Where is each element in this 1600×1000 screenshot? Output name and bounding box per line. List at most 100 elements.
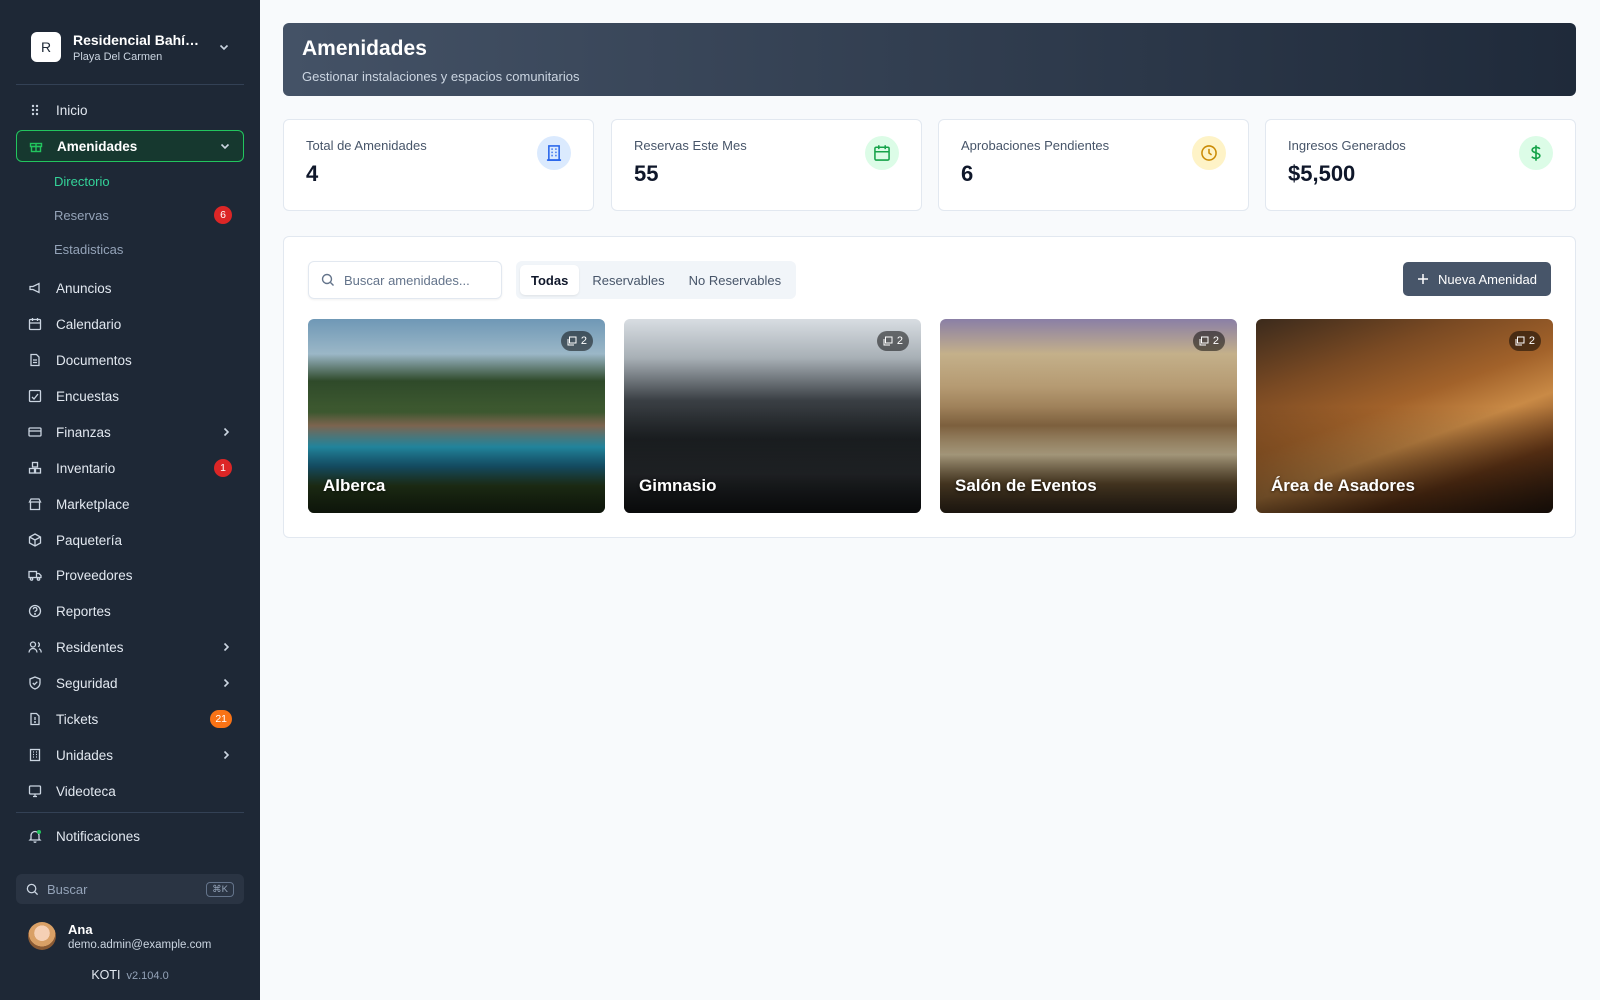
nav-label: Documentos xyxy=(56,352,132,368)
page-title: Amenidades xyxy=(302,37,427,60)
nav-label: Anuncios xyxy=(56,280,112,296)
dollar-icon xyxy=(1519,136,1553,170)
subnav-item-estadisticas[interactable]: Estadisticas xyxy=(54,235,244,263)
amenity-card-alberca[interactable]: 2 Alberca xyxy=(308,319,605,513)
nav-label: Inventario xyxy=(56,460,116,476)
page-header: Amenidades Gestionar instalaciones y esp… xyxy=(283,23,1576,96)
filter-tabs: Todas Reservables No Reservables xyxy=(516,261,797,299)
nav-label: Calendario xyxy=(56,316,122,332)
chevron-right-icon xyxy=(223,427,230,437)
nav-item-marketplace[interactable]: Marketplace xyxy=(16,488,244,520)
divider xyxy=(16,84,244,85)
tab-todas[interactable]: Todas xyxy=(520,265,580,295)
stat-card-reservas: Reservas Este Mes 55 xyxy=(611,119,922,211)
search-input[interactable] xyxy=(344,272,484,288)
amenities-panel: Todas Reservables No Reservables Nueva A… xyxy=(283,236,1576,538)
stat-label: Aprobaciones Pendientes xyxy=(961,138,1110,153)
chevron-down-icon xyxy=(220,143,230,150)
tab-no-reservables[interactable]: No Reservables xyxy=(678,265,793,295)
photo-count-badge: 2 xyxy=(876,331,909,351)
photo-count: 2 xyxy=(896,335,903,347)
subnav-label: Reservas xyxy=(54,207,109,223)
nav-item-seguridad[interactable]: Seguridad xyxy=(16,667,244,699)
shortcut-hint: ⌘K xyxy=(206,881,234,897)
stat-value: 6 xyxy=(961,161,974,186)
new-amenity-label: Nueva Amenidad xyxy=(1437,271,1537,287)
nav-item-paqueteria[interactable]: Paquetería xyxy=(16,524,244,556)
count-badge: 21 xyxy=(210,710,232,728)
org-switcher[interactable]: R Residencial Bahía ... Playa Del Carmen xyxy=(16,22,244,72)
nav-item-tickets[interactable]: Tickets 21 xyxy=(16,703,244,735)
subnav-item-reservas[interactable]: Reservas 6 xyxy=(54,201,244,229)
tab-reservables[interactable]: Reservables xyxy=(581,265,675,295)
nav-label: Marketplace xyxy=(56,496,130,512)
nav-item-residentes[interactable]: Residentes xyxy=(16,631,244,663)
count-badge: 1 xyxy=(214,459,232,477)
stat-card-aprobaciones: Aprobaciones Pendientes 6 xyxy=(938,119,1249,211)
megaphone-icon xyxy=(28,281,42,295)
stat-card-total: Total de Amenidades 4 xyxy=(283,119,594,211)
org-info: Residencial Bahía ... Playa Del Carmen xyxy=(73,32,206,63)
shield-icon xyxy=(28,676,42,690)
new-amenity-button[interactable]: Nueva Amenidad xyxy=(1402,262,1551,296)
nav-label: Tickets xyxy=(56,711,99,727)
nav-item-videoteca[interactable]: Videoteca xyxy=(16,775,244,807)
photo-count: 2 xyxy=(580,335,587,347)
sidebar-search[interactable]: Buscar ⌘K xyxy=(16,874,244,904)
nav-label: Paquetería xyxy=(56,532,123,548)
nav-item-calendario[interactable]: Calendario xyxy=(16,308,244,340)
photo-count-badge: 2 xyxy=(1192,331,1225,351)
grip-icon xyxy=(28,103,42,117)
nav-item-finanzas[interactable]: Finanzas xyxy=(16,416,244,448)
nav-label: Inicio xyxy=(56,102,88,118)
brand-name: KOTI xyxy=(91,968,121,982)
page-subtitle: Gestionar instalaciones y espacios comun… xyxy=(302,69,580,84)
photo-count-badge: 2 xyxy=(560,331,593,351)
nav-label: Encuestas xyxy=(56,388,120,404)
sidebar: R Residencial Bahía ... Playa Del Carmen… xyxy=(0,0,260,1000)
amenity-search[interactable] xyxy=(308,261,502,299)
nav-item-inicio[interactable]: Inicio xyxy=(16,94,244,126)
stat-card-ingresos: Ingresos Generados $5,500 xyxy=(1265,119,1576,211)
nav-label: Seguridad xyxy=(56,675,118,691)
boxes-icon xyxy=(28,461,42,475)
stat-label: Reservas Este Mes xyxy=(634,138,747,153)
nav-item-anuncios[interactable]: Anuncios xyxy=(16,272,244,304)
stat-value: 55 xyxy=(634,161,659,186)
subnav-item-directorio[interactable]: Directorio xyxy=(54,167,244,195)
images-icon xyxy=(1515,336,1525,346)
nav-label: Videoteca xyxy=(56,783,116,799)
nav-item-documentos[interactable]: Documentos xyxy=(16,344,244,376)
subnav-label: Directorio xyxy=(54,173,110,189)
credit-card-icon xyxy=(28,425,42,439)
search-icon xyxy=(321,273,334,286)
nav-item-notificaciones[interactable]: Notificaciones xyxy=(16,820,244,852)
amenity-card-salon-de-eventos[interactable]: 2 Salón de Eventos xyxy=(940,319,1237,513)
photo-count-badge: 2 xyxy=(1508,331,1541,351)
calendar-icon xyxy=(28,317,42,331)
chevron-down-icon xyxy=(219,44,229,51)
nav-label: Residentes xyxy=(56,639,124,655)
plus-icon xyxy=(1417,274,1428,284)
nav-item-reportes[interactable]: Reportes xyxy=(16,595,244,627)
users-icon xyxy=(28,640,42,654)
nav-item-encuestas[interactable]: Encuestas xyxy=(16,380,244,412)
nav-label: Proveedores xyxy=(56,567,133,583)
nav-item-proveedores[interactable]: Proveedores xyxy=(16,559,244,591)
nav-item-inventario[interactable]: Inventario 1 xyxy=(16,452,244,484)
building-icon xyxy=(28,748,42,762)
amenity-card-gimnasio[interactable]: 2 Gimnasio xyxy=(624,319,921,513)
org-city: Playa Del Carmen xyxy=(73,50,163,63)
stat-value: $5,500 xyxy=(1288,161,1356,186)
divider xyxy=(16,812,244,813)
stat-label: Total de Amenidades xyxy=(306,138,427,153)
nav-item-amenidades[interactable]: Amenidades xyxy=(16,130,244,162)
nav-item-unidades[interactable]: Unidades xyxy=(16,739,244,771)
nav-label: Notificaciones xyxy=(56,828,141,844)
amenity-card-area-de-asadores[interactable]: 2 Área de Asadores xyxy=(1256,319,1553,513)
user-menu[interactable]: Ana demo.admin@example.com xyxy=(28,918,244,954)
app-brand: KOTI v2.104.0 xyxy=(0,968,260,982)
clock-icon xyxy=(1192,136,1226,170)
chevron-right-icon xyxy=(223,678,230,688)
user-name: Ana xyxy=(68,921,93,937)
